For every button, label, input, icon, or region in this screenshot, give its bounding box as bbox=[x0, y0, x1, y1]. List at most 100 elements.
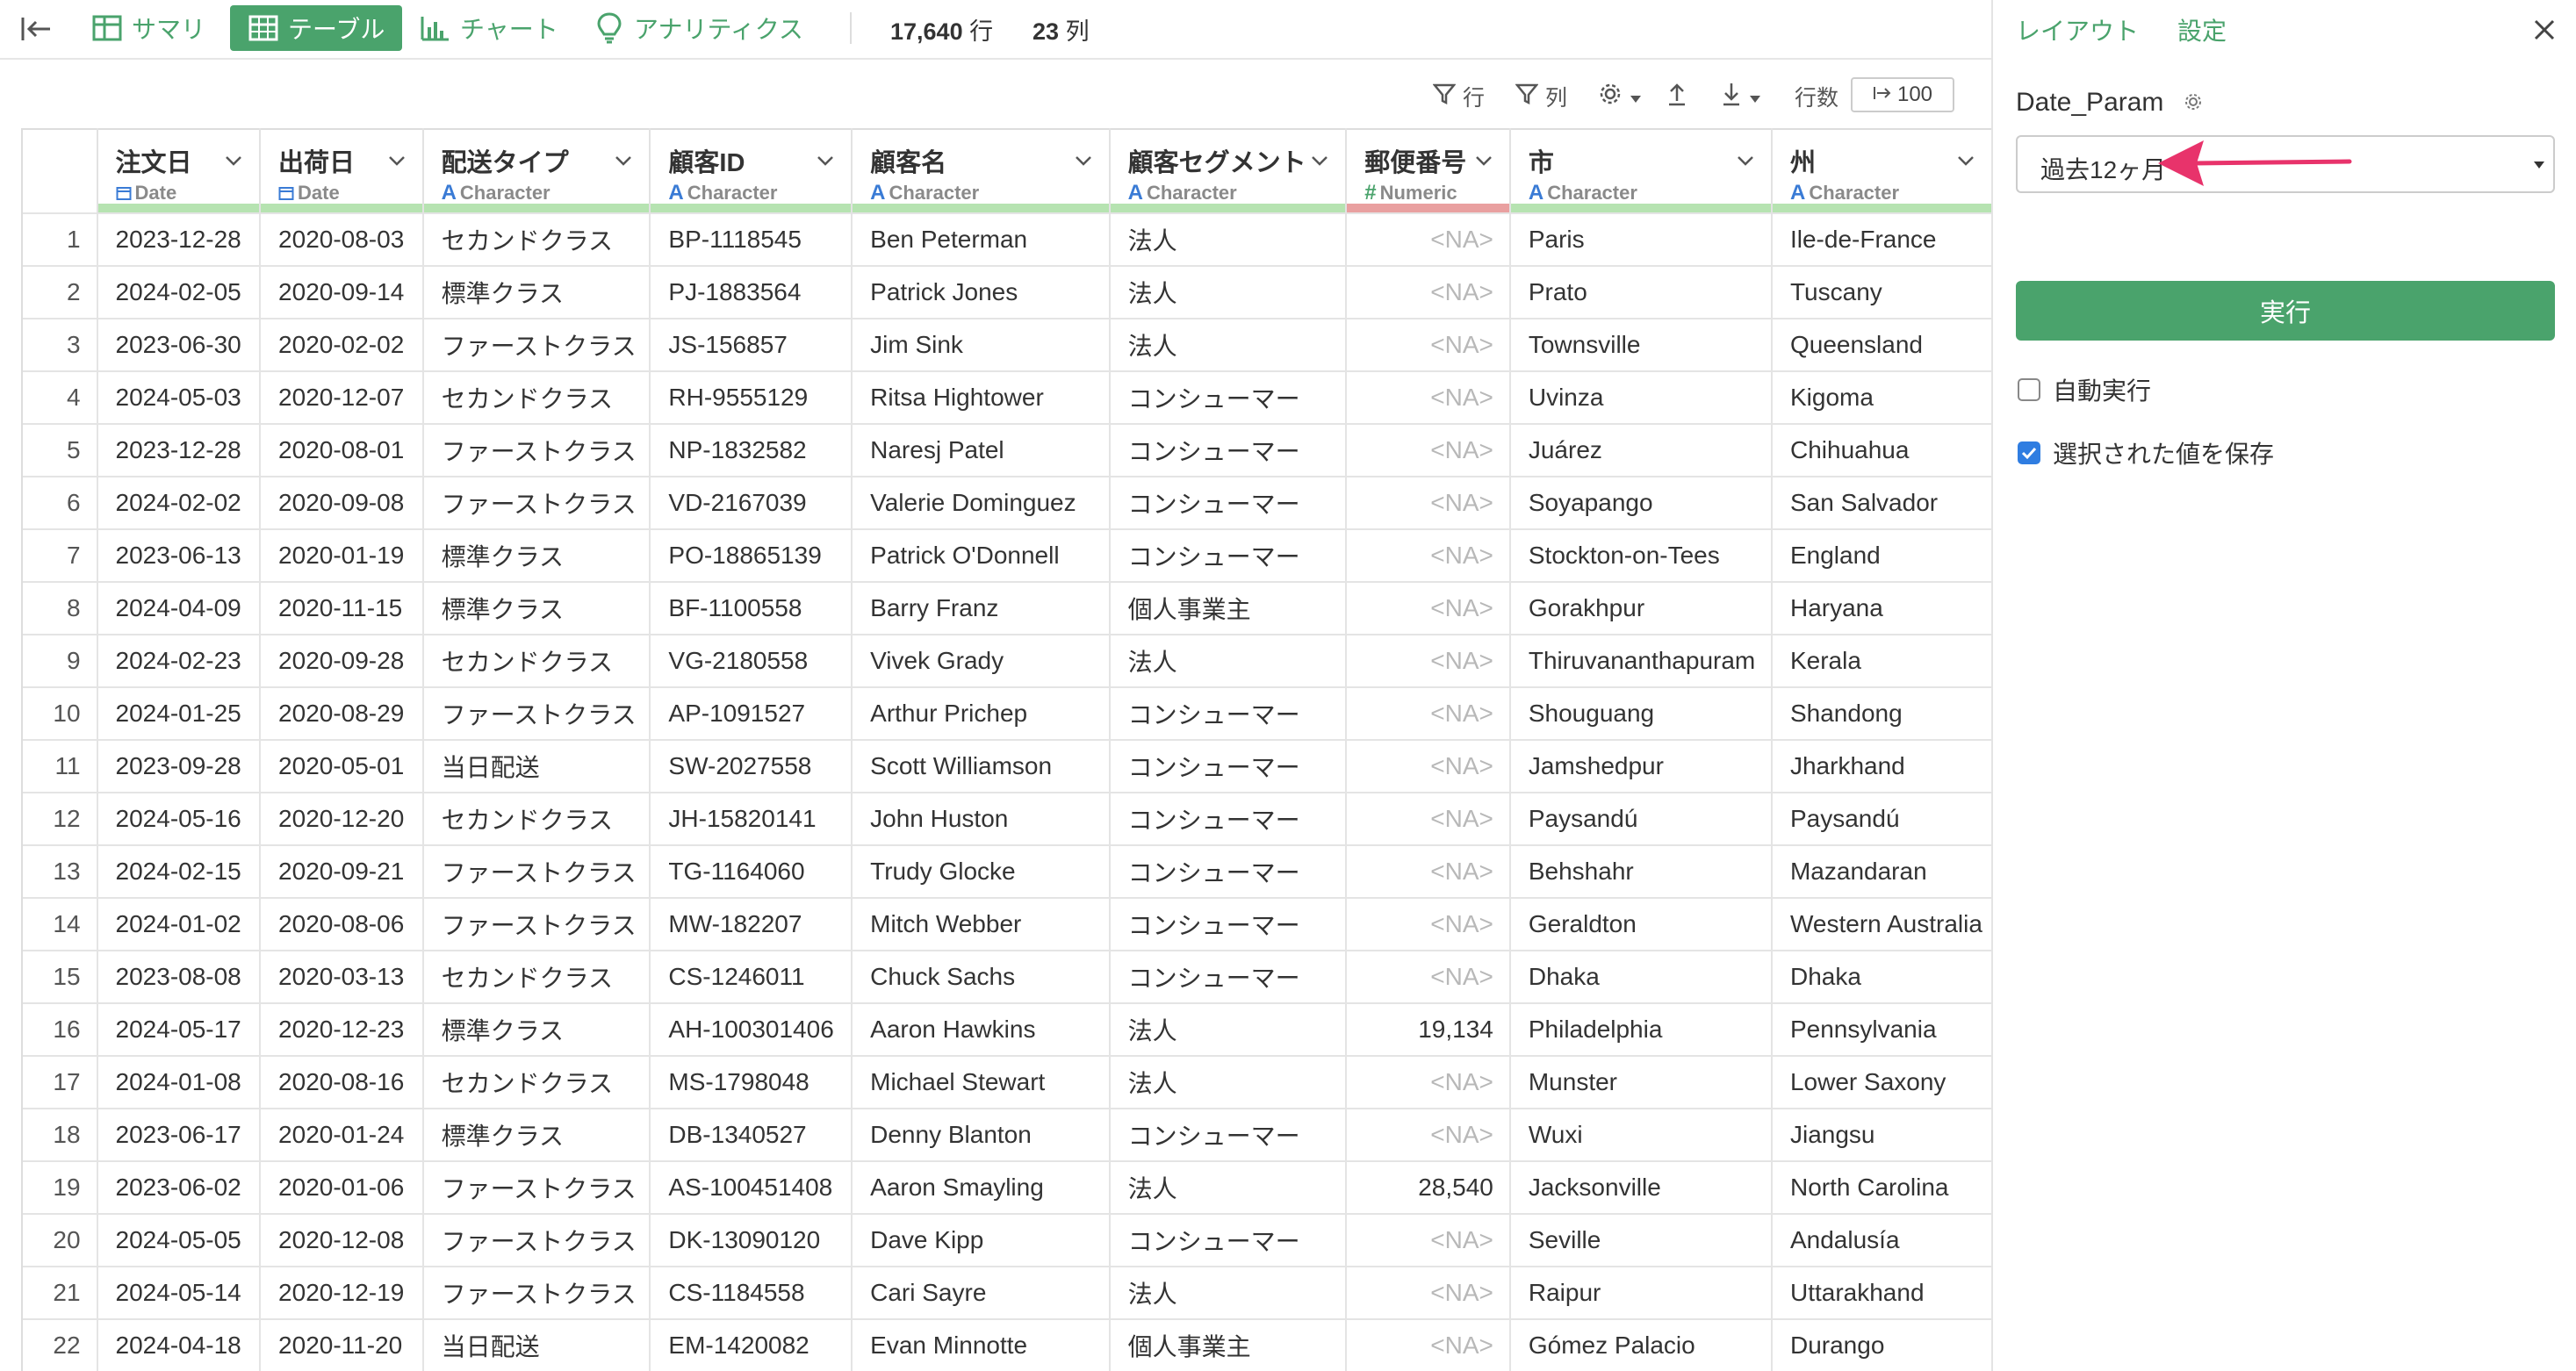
table-cell[interactable]: 2024-02-05 bbox=[97, 266, 262, 319]
table-cell[interactable]: Dave Kipp bbox=[852, 1214, 1111, 1267]
table-cell[interactable]: Pennsylvania bbox=[1771, 1003, 1993, 1057]
row-number-cell[interactable]: 7 bbox=[23, 529, 98, 583]
table-cell[interactable]: Jiangsu bbox=[1771, 1109, 1993, 1162]
row-number-cell[interactable]: 19 bbox=[23, 1161, 98, 1215]
table-cell[interactable]: 2024-05-14 bbox=[97, 1267, 262, 1320]
row-number-cell[interactable]: 4 bbox=[23, 371, 98, 425]
table-cell[interactable]: 当日配送 bbox=[422, 740, 651, 793]
table-row[interactable]: 21 2024-05-14 2020-12-19 ファーストクラス CS-1184558… bbox=[23, 1267, 1993, 1320]
chevron-down-icon[interactable] bbox=[1072, 149, 1095, 172]
table-cell[interactable]: SW-2027558 bbox=[650, 740, 853, 793]
column-header[interactable]: 顧客ID A Character bbox=[650, 128, 853, 213]
run-button[interactable]: 実行 bbox=[2016, 281, 2555, 341]
table-cell[interactable]: 2020-09-28 bbox=[260, 635, 424, 688]
chevron-down-icon[interactable] bbox=[222, 149, 245, 172]
table-cell[interactable]: TG-1164060 bbox=[650, 845, 853, 899]
table-cell[interactable]: <NA> bbox=[1346, 1214, 1511, 1267]
table-cell[interactable]: Jim Sink bbox=[852, 319, 1111, 372]
column-header[interactable]: 注文日 Date bbox=[97, 128, 262, 213]
auto-run-checkbox[interactable] bbox=[2018, 378, 2040, 401]
table-cell[interactable]: BP-1118545 bbox=[650, 212, 853, 267]
table-row[interactable]: 10 2024-01-25 2020-08-29 ファーストクラス AP-1091527… bbox=[23, 687, 1993, 741]
table-cell[interactable]: Western Australia bbox=[1771, 898, 1993, 951]
table-cell[interactable]: Tuscany bbox=[1771, 266, 1993, 319]
table-row[interactable]: 2 2024-02-05 2020-09-14 標準クラス PJ-1883564 Patr… bbox=[23, 266, 1993, 319]
table-row[interactable]: 16 2024-05-17 2020-12-23 標準クラス AH-100301406 A… bbox=[23, 1003, 1993, 1057]
table-cell[interactable]: EM-1420082 bbox=[650, 1319, 853, 1371]
chevron-down-icon[interactable] bbox=[1734, 149, 1757, 172]
table-cell[interactable]: 2024-01-25 bbox=[97, 687, 262, 741]
row-number-cell[interactable]: 12 bbox=[23, 793, 98, 846]
table-cell[interactable]: PJ-1883564 bbox=[650, 266, 853, 319]
col-filter-button[interactable]: 列 bbox=[1515, 74, 1567, 119]
row-number-cell[interactable]: 8 bbox=[23, 582, 98, 635]
table-cell[interactable]: John Huston bbox=[852, 793, 1111, 846]
table-cell[interactable]: コンシューマー bbox=[1109, 424, 1348, 477]
table-cell[interactable]: 2023-06-30 bbox=[97, 319, 262, 372]
table-cell[interactable]: 2020-09-21 bbox=[260, 845, 424, 899]
chevron-down-icon[interactable] bbox=[612, 149, 635, 172]
column-header[interactable]: 郵便番号 # Numeric bbox=[1346, 128, 1511, 213]
table-cell[interactable]: 2023-08-08 bbox=[97, 951, 262, 1004]
table-cell[interactable]: <NA> bbox=[1346, 1267, 1511, 1320]
table-cell[interactable]: 法人 bbox=[1109, 319, 1348, 372]
table-row[interactable]: 15 2023-08-08 2020-03-13 セカンドクラス CS-1246011 C… bbox=[23, 951, 1993, 1004]
table-cell[interactable]: Michael Stewart bbox=[852, 1056, 1111, 1109]
row-number-cell[interactable]: 15 bbox=[23, 951, 98, 1004]
table-cell[interactable]: BF-1100558 bbox=[650, 582, 853, 635]
table-cell[interactable]: 2020-08-01 bbox=[260, 424, 424, 477]
table-cell[interactable]: Patrick O'Donnell bbox=[852, 529, 1111, 583]
row-number-cell[interactable]: 16 bbox=[23, 1003, 98, 1057]
table-cell[interactable]: <NA> bbox=[1346, 898, 1511, 951]
table-cell[interactable]: Queensland bbox=[1771, 319, 1993, 372]
row-number-cell[interactable]: 5 bbox=[23, 424, 98, 477]
table-cell[interactable]: Trudy Glocke bbox=[852, 845, 1111, 899]
table-cell[interactable]: 2020-12-07 bbox=[260, 371, 424, 425]
table-cell[interactable]: ファーストクラス bbox=[422, 1267, 651, 1320]
table-cell[interactable]: 2020-08-03 bbox=[260, 212, 424, 267]
tab-summary[interactable]: サマリ bbox=[91, 5, 205, 51]
column-header[interactable]: 配送タイプ A Character bbox=[422, 128, 651, 213]
table-cell[interactable]: Gorakhpur bbox=[1509, 582, 1773, 635]
table-cell[interactable]: DB-1340527 bbox=[650, 1109, 853, 1162]
table-cell[interactable]: 2020-12-23 bbox=[260, 1003, 424, 1057]
table-cell[interactable]: 2023-12-28 bbox=[97, 212, 262, 267]
chevron-down-icon[interactable] bbox=[385, 149, 408, 172]
row-number-cell[interactable]: 13 bbox=[23, 845, 98, 899]
table-cell[interactable]: Aaron Hawkins bbox=[852, 1003, 1111, 1057]
table-row[interactable]: 14 2024-01-02 2020-08-06 ファーストクラス MW-182207 M… bbox=[23, 898, 1993, 951]
table-cell[interactable]: Patrick Jones bbox=[852, 266, 1111, 319]
table-cell[interactable]: Jamshedpur bbox=[1509, 740, 1773, 793]
table-cell[interactable]: セカンドクラス bbox=[422, 212, 651, 267]
table-row[interactable]: 12 2024-05-16 2020-12-20 セカンドクラス JH-15820141… bbox=[23, 793, 1993, 846]
table-cell[interactable]: 個人事業主 bbox=[1109, 1319, 1348, 1371]
table-cell[interactable]: コンシューマー bbox=[1109, 477, 1348, 530]
table-cell[interactable]: ファーストクラス bbox=[422, 1161, 651, 1215]
table-cell[interactable]: Prato bbox=[1509, 266, 1773, 319]
column-header[interactable]: 出荷日 Date bbox=[260, 128, 424, 213]
table-cell[interactable]: 2024-02-15 bbox=[97, 845, 262, 899]
table-cell[interactable]: コンシューマー bbox=[1109, 687, 1348, 741]
table-cell[interactable]: <NA> bbox=[1346, 582, 1511, 635]
table-cell[interactable]: ファーストクラス bbox=[422, 687, 651, 741]
row-number-cell[interactable]: 10 bbox=[23, 687, 98, 741]
table-cell[interactable]: Dhaka bbox=[1771, 951, 1993, 1004]
table-cell[interactable]: Jharkhand bbox=[1771, 740, 1993, 793]
table-cell[interactable]: 2023-06-17 bbox=[97, 1109, 262, 1162]
table-cell[interactable]: 標準クラス bbox=[422, 1003, 651, 1057]
table-cell[interactable]: AH-100301406 bbox=[650, 1003, 853, 1057]
table-cell[interactable]: MS-1798048 bbox=[650, 1056, 853, 1109]
row-filter-button[interactable]: 行 bbox=[1432, 74, 1485, 119]
table-cell[interactable]: Raipur bbox=[1509, 1267, 1773, 1320]
table-row[interactable]: 19 2023-06-02 2020-01-06 ファーストクラス AS-1004514… bbox=[23, 1161, 1993, 1215]
row-number-cell[interactable]: 9 bbox=[23, 635, 98, 688]
table-cell[interactable]: 標準クラス bbox=[422, 1109, 651, 1162]
table-cell[interactable]: Thiruvananthapuram bbox=[1509, 635, 1773, 688]
table-cell[interactable]: ファーストクラス bbox=[422, 845, 651, 899]
table-cell[interactable]: Ben Peterman bbox=[852, 212, 1111, 267]
table-row[interactable]: 7 2023-06-13 2020-01-19 標準クラス PO-18865139 Pat… bbox=[23, 529, 1993, 583]
table-cell[interactable]: 法人 bbox=[1109, 266, 1348, 319]
table-cell[interactable]: Gómez Palacio bbox=[1509, 1319, 1773, 1371]
table-cell[interactable]: ファーストクラス bbox=[422, 1214, 651, 1267]
table-row[interactable]: 4 2024-05-03 2020-12-07 セカンドクラス RH-9555129 Ri… bbox=[23, 371, 1993, 425]
